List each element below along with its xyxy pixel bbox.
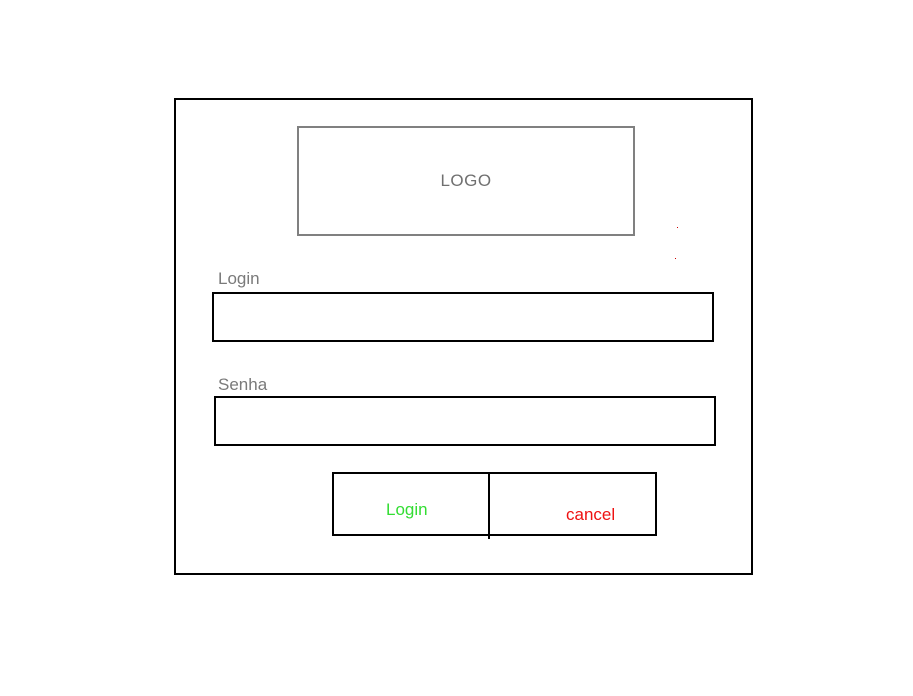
password-input[interactable] (216, 398, 714, 444)
button-divider (488, 472, 490, 539)
password-label: Senha (218, 375, 268, 394)
stray-dot (677, 227, 678, 228)
login-label: Login (218, 269, 260, 288)
login-field-box (212, 292, 714, 342)
password-field-box (214, 396, 716, 446)
cancel-button[interactable]: cancel (491, 474, 655, 534)
login-button[interactable]: Login (334, 474, 489, 534)
action-button-group: Login cancel (332, 472, 657, 536)
logo-text: LOGO (440, 171, 492, 190)
cancel-button-label: cancel (566, 505, 616, 524)
login-button-label: Login (386, 500, 428, 519)
stray-dot (675, 258, 676, 259)
logo-placeholder: LOGO (297, 126, 635, 236)
login-input[interactable] (214, 294, 712, 340)
